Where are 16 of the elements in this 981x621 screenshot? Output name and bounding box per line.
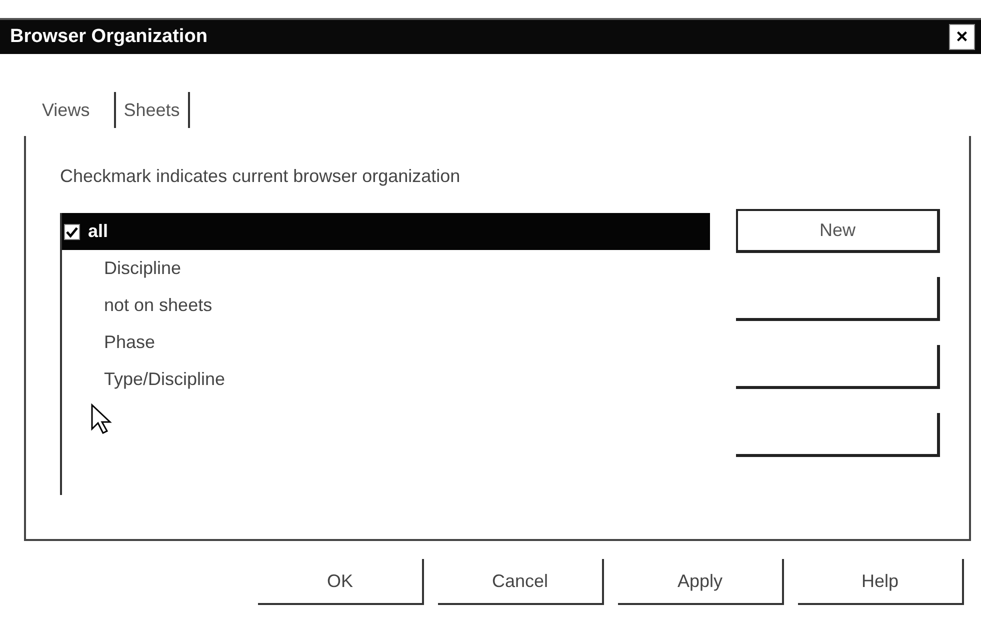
dialog-button[interactable]: Cancel: [438, 559, 604, 605]
checkbox[interactable]: [64, 224, 80, 240]
list-item[interactable]: Discipline: [62, 250, 710, 287]
window-title: Browser Organization: [10, 26, 208, 48]
list-item[interactable]: not on sheets: [62, 287, 710, 324]
mouse-pointer-icon: [90, 403, 112, 435]
close-button[interactable]: ×: [949, 24, 975, 50]
dialog-button[interactable]: OK: [258, 559, 424, 605]
list-item[interactable]: all: [62, 213, 710, 250]
tab[interactable]: Sheets: [114, 92, 190, 128]
side-button[interactable]: New: [736, 209, 940, 253]
dialog-button[interactable]: Apply: [618, 559, 784, 605]
dialog-button[interactable]: Help: [798, 559, 964, 605]
instruction-text: Checkmark indicates current browser organization: [60, 166, 462, 187]
list-item[interactable]: Type/Discipline: [62, 361, 710, 398]
list-item[interactable]: Phase: [62, 324, 710, 361]
